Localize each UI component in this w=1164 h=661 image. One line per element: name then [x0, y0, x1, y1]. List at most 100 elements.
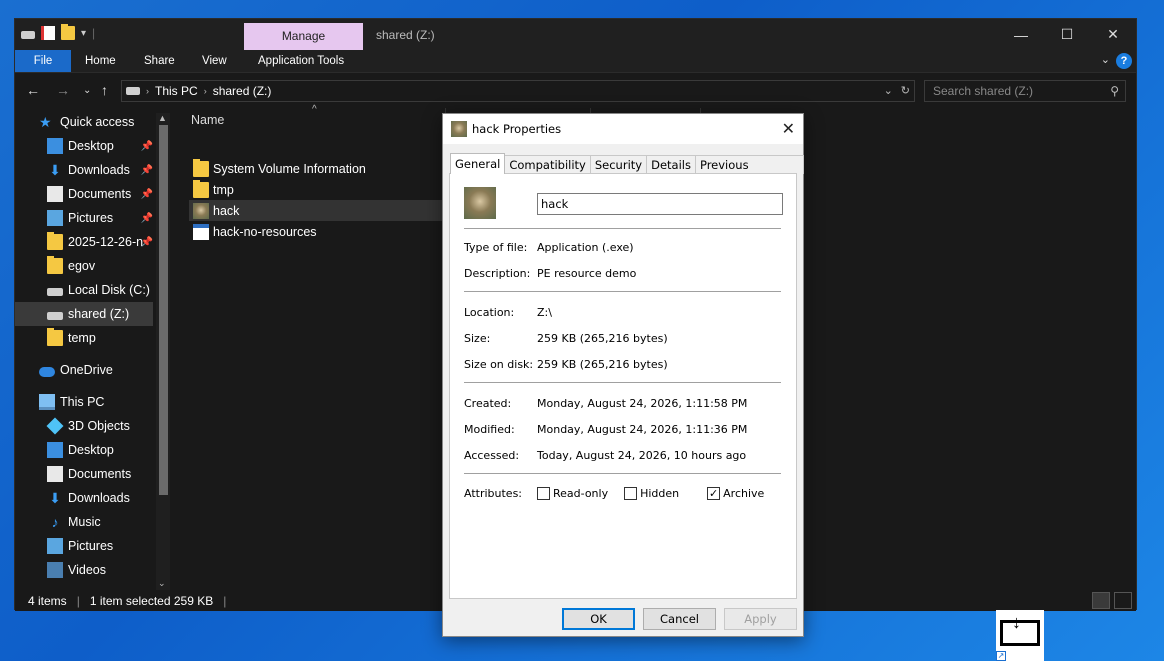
cancel-button[interactable]: Cancel	[643, 608, 716, 630]
sidebar-item-label: Pictures	[68, 539, 114, 553]
file-row-selected[interactable]: hack	[189, 200, 444, 221]
readonly-checkbox[interactable]: Read-only	[537, 487, 608, 500]
navigation-pane: ★ Quick access Desktop 📌 ⬇ Downloads 📌 D…	[15, 108, 173, 590]
file-name-field[interactable]	[537, 193, 783, 215]
tab-view[interactable]: View	[202, 50, 227, 72]
size-value: 259 KB (265,216 bytes)	[537, 332, 668, 345]
sidebar-item-shared[interactable]: shared (Z:)	[15, 302, 153, 326]
created-value: Monday, August 24, 2026, 1:11:58 PM	[537, 397, 748, 410]
cloud-icon	[39, 366, 55, 377]
file-row[interactable]: System Volume Information	[189, 158, 444, 179]
desktop-icon	[47, 138, 63, 154]
tab-security[interactable]: Security	[589, 155, 648, 174]
sidebar-item-label: Downloads	[68, 491, 130, 505]
tab-compatibility[interactable]: Compatibility	[504, 155, 591, 174]
address-dropdown-icon[interactable]: ⌄	[884, 84, 893, 97]
sidebar-item-label: Downloads	[68, 163, 130, 177]
pin-icon[interactable]: 📌	[141, 213, 153, 224]
folder-icon	[47, 232, 63, 250]
sidebar-item-label: Quick access	[60, 115, 135, 129]
nav-scrollbar[interactable]: ▲ ⌄	[156, 113, 170, 591]
general-tab-panel: Type of file: Application (.exe) Descrip…	[449, 173, 797, 599]
size-label: Size:	[464, 332, 491, 345]
attributes-row: Attributes: Read-only Hidden ✓ Archive	[464, 487, 780, 500]
large-icons-view-icon[interactable]	[1114, 592, 1132, 609]
sidebar-item-3d-objects[interactable]: 3D Objects	[15, 414, 153, 438]
close-button[interactable]: ✕	[1090, 19, 1136, 50]
ok-button[interactable]: OK	[562, 608, 635, 630]
scroll-thumb[interactable]	[159, 125, 168, 495]
search-placeholder: Search shared (Z:)	[933, 84, 1034, 98]
hidden-checkbox[interactable]: Hidden	[624, 487, 679, 500]
recent-locations-icon[interactable]: ⌄	[83, 85, 91, 96]
file-row[interactable]: tmp	[189, 179, 444, 200]
sidebar-item-2025-12-26[interactable]: 2025-12-26-n 📌	[15, 230, 153, 254]
properties-icon[interactable]	[41, 26, 55, 40]
pin-icon[interactable]: 📌	[141, 165, 153, 176]
minimize-button[interactable]: —	[998, 19, 1044, 50]
new-folder-icon[interactable]	[61, 24, 75, 40]
sidebar-item-onedrive[interactable]: OneDrive	[15, 358, 153, 382]
documents-icon	[47, 466, 63, 482]
pin-icon[interactable]: 📌	[141, 237, 153, 248]
sidebar-item-pictures[interactable]: Pictures 📌	[15, 206, 153, 230]
tab-general[interactable]: General	[450, 153, 506, 174]
address-field[interactable]: › This PC › shared (Z:) ⌄ ↻	[121, 80, 915, 102]
search-input[interactable]: Search shared (Z:) ⚲	[924, 80, 1126, 102]
tab-application-tools[interactable]: Application Tools	[258, 50, 344, 72]
tab-manage[interactable]: Manage	[244, 23, 363, 50]
file-row[interactable]: hack-no-resources	[189, 221, 444, 242]
sidebar-item-egov[interactable]: egov	[15, 254, 153, 278]
forward-arrow-icon[interactable]: →	[56, 82, 70, 98]
arrow-down-icon: ↓	[1012, 612, 1021, 632]
sidebar-item-quick-access[interactable]: ★ Quick access	[15, 110, 153, 134]
maximize-button[interactable]: ☐	[1044, 19, 1090, 50]
sidebar-item-pictures-pc[interactable]: Pictures	[15, 534, 153, 558]
column-header-name[interactable]: Name	[191, 113, 224, 127]
sidebar-item-downloads-pc[interactable]: ⬇ Downloads	[15, 486, 153, 510]
archive-checkbox[interactable]: ✓ Archive	[707, 487, 764, 500]
scroll-up-icon[interactable]: ▲	[158, 113, 167, 123]
tab-share[interactable]: Share	[144, 50, 175, 72]
help-icon[interactable]: ?	[1116, 53, 1132, 69]
details-view-icon[interactable]	[1092, 592, 1110, 609]
sidebar-item-music[interactable]: ♪ Music	[15, 510, 153, 534]
sidebar-item-desktop[interactable]: Desktop 📌	[15, 134, 153, 158]
tab-previous-versions[interactable]: Previous Versions	[694, 155, 804, 190]
back-arrow-icon[interactable]: ←	[26, 82, 40, 98]
pin-icon[interactable]: 📌	[141, 189, 153, 200]
network-drive-icon	[47, 312, 63, 320]
checkbox-box[interactable]	[537, 487, 550, 500]
sidebar-item-desktop-pc[interactable]: Desktop	[15, 438, 153, 462]
desktop-shortcut-icon[interactable]: ↓ ↗	[996, 610, 1044, 661]
breadcrumb-this-pc[interactable]: This PC	[155, 84, 198, 98]
sidebar-item-downloads[interactable]: ⬇ Downloads 📌	[15, 158, 153, 182]
status-item-count: 4 items	[28, 593, 67, 608]
tab-details[interactable]: Details	[646, 155, 696, 174]
sidebar-item-temp[interactable]: temp	[15, 326, 153, 350]
title-bar: ▾ | Manage shared (Z:) — ☐ ✕	[15, 19, 1136, 50]
tab-home[interactable]: Home	[85, 50, 116, 72]
shortcut-arrow-icon: ↗	[996, 651, 1006, 661]
sidebar-item-local-disk[interactable]: Local Disk (C:)	[15, 278, 153, 302]
description-label: Description:	[464, 267, 531, 280]
refresh-icon[interactable]: ↻	[901, 84, 910, 97]
drive-icon[interactable]	[21, 31, 35, 39]
up-arrow-icon[interactable]: ↑	[101, 82, 108, 98]
checkbox-box[interactable]	[624, 487, 638, 500]
sidebar-item-this-pc[interactable]: This PC	[15, 390, 153, 414]
pin-icon[interactable]: 📌	[141, 141, 153, 152]
sidebar-item-documents[interactable]: Documents 📌	[15, 182, 153, 206]
apply-button[interactable]: Apply	[724, 608, 797, 630]
breadcrumb-separator-icon[interactable]: ›	[146, 86, 149, 96]
breadcrumb-shared[interactable]: shared (Z:)	[213, 84, 272, 98]
sidebar-item-documents-pc[interactable]: Documents	[15, 462, 153, 486]
checkmark-icon[interactable]: ✓	[707, 487, 721, 500]
close-icon[interactable]: ✕	[782, 119, 795, 138]
expand-ribbon-icon[interactable]: ⌄	[1101, 53, 1110, 66]
customize-toolbar-icon[interactable]: ▾	[81, 28, 86, 39]
sidebar-item-videos[interactable]: Videos	[15, 558, 153, 582]
breadcrumb-separator-icon[interactable]: ›	[204, 86, 207, 96]
scroll-down-icon[interactable]: ⌄	[158, 578, 166, 589]
tab-file[interactable]: File	[15, 50, 71, 72]
